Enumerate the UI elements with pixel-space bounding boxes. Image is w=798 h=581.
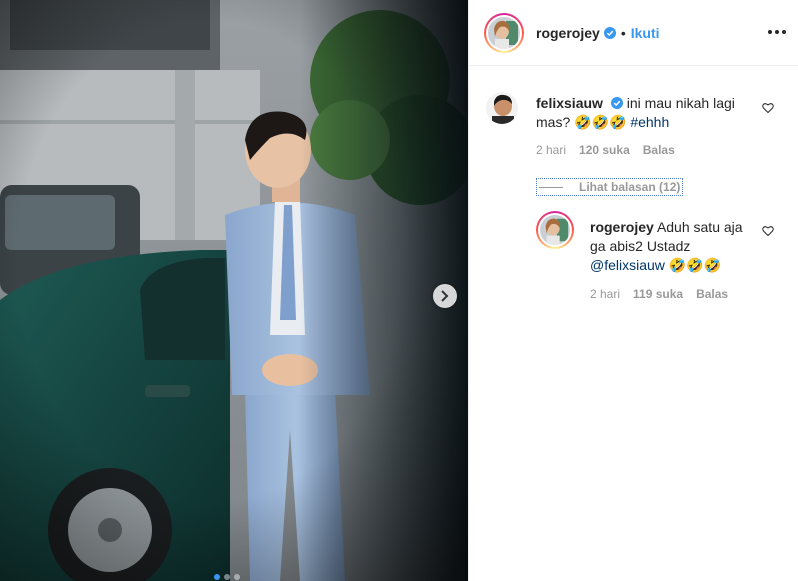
reply-button[interactable]: Balas [696,287,728,301]
reply-meta: 2 hari 119 suka Balas [590,287,760,301]
post-header: rogerojey • Ikuti [469,0,798,66]
comment-username[interactable]: felixsiauw [536,95,603,111]
carousel-dot [224,574,230,580]
view-replies-label: Lihat balasan (12) [579,180,681,194]
reply-text: Aduh satu aja [656,219,743,235]
post-photo[interactable] [0,0,468,581]
chevron-right-icon [441,290,449,302]
mention-link[interactable]: @felixsiauw [590,257,665,273]
comment-item: felixsiauw ini mau nikah lagi mas? 🤣🤣🤣 #… [536,94,766,157]
like-heart-icon[interactable] [762,102,774,114]
reply-text: ga abis2 Ustadz [590,238,691,254]
post-username[interactable]: rogerojey [536,25,600,41]
like-heart-icon[interactable] [762,225,774,237]
carousel-indicator [214,574,240,580]
carousel-dot [234,574,240,580]
follow-button[interactable]: Ikuti [631,25,660,41]
reply-item: rogerojey Aduh satu aja ga abis2 Ustadz … [590,218,760,301]
hashtag-link[interactable]: #ehhh [630,114,669,130]
comment-likes[interactable]: 120 suka [579,143,630,157]
reply-username[interactable]: rogerojey [590,219,654,235]
reply-body: rogerojey Aduh satu aja ga abis2 Ustadz … [590,218,760,275]
comment-text: mas? [536,114,571,130]
carousel-next-button[interactable] [433,284,457,308]
reply-button[interactable]: Balas [643,143,675,157]
reply-likes[interactable]: 119 suka [633,287,683,301]
comment-time[interactable]: 2 hari [536,143,566,157]
verified-badge-icon [610,97,623,109]
story-ring[interactable] [536,211,574,249]
comment-text: ini mau nikah lagi [626,95,735,111]
post-side-panel: rogerojey • Ikuti felixsiauw ini mau nik… [468,0,798,581]
avatar [540,215,570,245]
avatar[interactable] [486,92,518,124]
reply-time[interactable]: 2 hari [590,287,620,301]
separator-dot: • [620,24,626,41]
replies-divider [539,186,563,188]
emoji-text: 🤣🤣🤣 [668,257,722,273]
avatar [488,16,520,49]
more-options-icon[interactable] [768,22,786,42]
view-replies-button[interactable]: Lihat balasan (12) [536,178,684,196]
photo-illustration [0,0,468,581]
carousel-dot [214,574,220,580]
verified-badge-icon [603,26,616,39]
emoji-text: 🤣🤣🤣 [574,114,627,130]
story-ring[interactable] [484,12,524,53]
comment-body: felixsiauw ini mau nikah lagi mas? 🤣🤣🤣 #… [536,94,766,132]
comment-list[interactable]: felixsiauw ini mau nikah lagi mas? 🤣🤣🤣 #… [469,67,798,581]
comment-meta: 2 hari 120 suka Balas [536,143,766,157]
